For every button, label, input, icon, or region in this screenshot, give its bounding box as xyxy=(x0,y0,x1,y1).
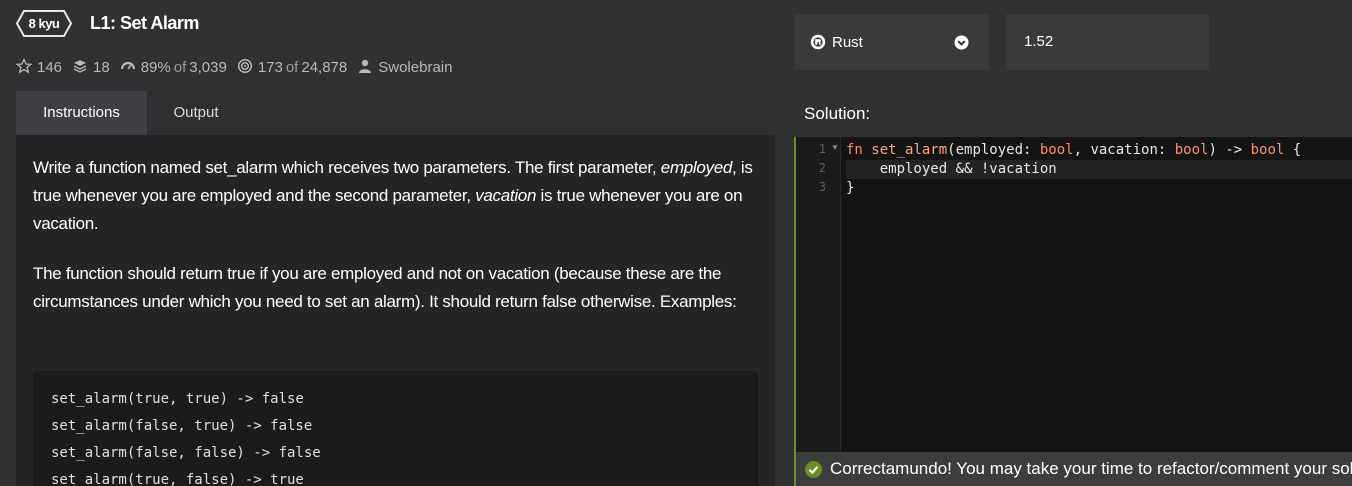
line-number: 1 xyxy=(818,142,826,156)
target-icon xyxy=(237,58,252,74)
rank-badge: 8 kyu xyxy=(16,10,72,37)
code-line: fn set_alarm(employed: bool, vacation: b… xyxy=(846,141,1352,160)
language-selected: Rust xyxy=(832,33,863,51)
examples-code-block: set_alarm(true, true) -> false set_alarm… xyxy=(33,371,758,486)
line-number: 2 xyxy=(818,161,826,175)
code-type: bool xyxy=(1039,142,1074,158)
instructions-panel: Instructions Output Write a function nam… xyxy=(16,91,775,486)
description-text: Write a function named set_alarm which r… xyxy=(33,158,661,177)
example-line: set_alarm(true, false) -> true xyxy=(51,472,304,486)
code-type: bool xyxy=(1174,142,1209,158)
tab-output[interactable]: Output xyxy=(147,91,245,135)
collections-stat[interactable]: 18 xyxy=(72,59,110,76)
code-text: ) -> xyxy=(1208,142,1251,158)
version-dropdown[interactable]: 1.52 xyxy=(1006,14,1209,70)
fold-arrow-icon[interactable]: ▼ xyxy=(831,143,839,152)
example-line: set_alarm(true, true) -> false xyxy=(51,391,304,407)
author-stat[interactable]: Swolebrain xyxy=(357,59,452,76)
editor-gutter: 1 2 3 ▼ xyxy=(796,137,841,452)
satisfaction-rating: 89% xyxy=(140,58,171,76)
stars-count: 146 xyxy=(37,58,63,76)
kata-description: Write a function named set_alarm which r… xyxy=(33,154,753,338)
collections-count: 18 xyxy=(93,58,110,76)
language-dropdown[interactable]: Rust xyxy=(794,14,989,70)
satisfaction-of: of xyxy=(173,58,187,76)
code-text: { xyxy=(1284,142,1302,158)
star-outline-icon xyxy=(16,58,32,74)
code-text: , vacation: xyxy=(1073,142,1175,158)
code-text: (employed: xyxy=(947,142,1040,158)
code-type: bool xyxy=(1250,142,1285,158)
version-selected: 1.52 xyxy=(1024,33,1054,50)
satisfaction-stat: 89% of 3,039 xyxy=(120,59,227,76)
tab-instructions[interactable]: Instructions xyxy=(16,91,147,135)
rank-label: 8 kyu xyxy=(28,16,60,31)
solution-editor[interactable]: 1 2 3 ▼ fn set_alarm(employed: bool, vac… xyxy=(794,137,1352,452)
author-name: Swolebrain xyxy=(378,58,453,76)
code-line-active: employed && !vacation xyxy=(846,160,1352,179)
code-keyword: fn xyxy=(846,142,863,158)
kata-stats: 146 18 89% of 3,039 173 of 24,878 Swoleb… xyxy=(16,57,462,77)
completions-of: of xyxy=(285,58,299,76)
line-number: 3 xyxy=(818,180,826,194)
test-result-message: Correctamundo! You may take your time to… xyxy=(830,459,1352,478)
satisfaction-votes: 3,039 xyxy=(189,58,227,76)
code-function-name: set_alarm xyxy=(871,142,948,158)
completions-count: 173 xyxy=(257,58,283,76)
code-content[interactable]: fn set_alarm(employed: bool, vacation: b… xyxy=(846,141,1352,198)
layers-icon xyxy=(73,60,87,73)
chevron-down-icon xyxy=(954,35,969,50)
panel-tabs: Instructions Output xyxy=(16,91,775,135)
description-emphasis-employed: employed xyxy=(660,158,733,177)
completions-stat: 173 of 24,878 xyxy=(237,59,347,76)
rust-icon xyxy=(810,34,826,50)
user-icon xyxy=(359,59,372,73)
completions-total: 24,878 xyxy=(301,58,348,76)
description-paragraph-1: Write a function named set_alarm which r… xyxy=(33,154,753,238)
stars-stat[interactable]: 146 xyxy=(16,58,63,76)
solution-label: Solution: xyxy=(804,104,871,123)
example-line: set_alarm(false, true) -> false xyxy=(51,418,313,434)
description-paragraph-2: The function should return true if you a… xyxy=(33,264,737,311)
example-line: set_alarm(false, false) -> false xyxy=(51,445,321,461)
test-result-banner: Correctamundo! You may take your time to… xyxy=(794,452,1352,486)
gauge-icon xyxy=(120,61,135,70)
description-emphasis-vacation: vacation xyxy=(475,186,537,205)
check-circle-icon xyxy=(805,460,822,478)
code-line: } xyxy=(846,180,855,196)
kata-title[interactable]: L1: Set Alarm xyxy=(90,13,199,34)
